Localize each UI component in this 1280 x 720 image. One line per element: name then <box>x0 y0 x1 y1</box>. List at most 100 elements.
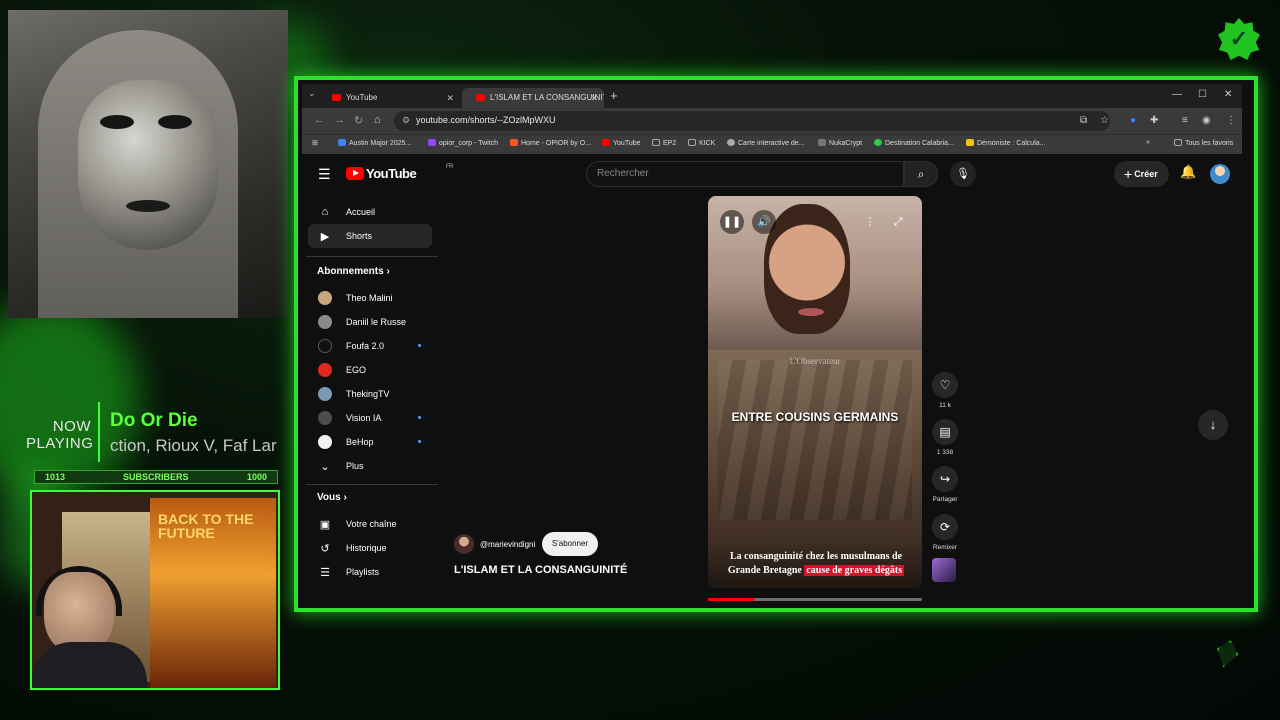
sidebar-item-subscription[interactable]: Vision IA <box>308 406 432 430</box>
subscribe-button[interactable]: S'abonner <box>542 532 598 556</box>
you-heading[interactable]: Vous › <box>317 492 347 503</box>
short-video-player[interactable]: L'Observateur ENTRE COUSINS GERMAINS La … <box>708 196 922 588</box>
address-bar[interactable]: ⚙ youtube.com/shorts/--ZOzlMpWXU <box>394 111 1110 131</box>
sidebar-item-more[interactable]: ⌄ Plus <box>308 454 432 478</box>
microphone-icon[interactable]: 🎙 <box>950 161 976 187</box>
bookmark-item[interactable]: Destination Calabria... <box>874 139 954 147</box>
volume-icon[interactable]: 🔊 <box>752 210 776 234</box>
comment-icon[interactable]: ▤ <box>932 419 958 445</box>
maximize-icon[interactable]: ☐ <box>1198 89 1207 100</box>
divider <box>306 484 438 485</box>
forward-icon[interactable]: → <box>334 114 345 126</box>
channel-avatar <box>318 387 332 401</box>
tab-active-short[interactable]: L'ISLAM ET LA CONSANGUINITÉ ✕ <box>462 88 604 108</box>
sidebar-item-subscription[interactable]: Daniil le Russe <box>308 310 432 334</box>
avatar[interactable] <box>1210 164 1230 184</box>
profile-icon[interactable]: ◉ <box>1202 115 1211 126</box>
sidebar-item-subscription[interactable]: BeHop <box>308 430 432 454</box>
back-icon[interactable]: ← <box>314 114 325 126</box>
youtube-page: ☰ YouTube FR Rechercher ⌕ 🎙 + Créer 🔔 ⌂ A… <box>302 154 1242 604</box>
like-action[interactable]: ♡ 11 k <box>930 372 960 409</box>
home-icon: ⌂ <box>321 206 329 218</box>
menu-icon[interactable]: ☰ <box>318 166 331 183</box>
notifications-bell-icon[interactable]: 🔔 <box>1180 164 1196 180</box>
apps-grid-icon[interactable]: ⊞ <box>312 139 318 147</box>
bookmark-folder[interactable]: KICK <box>688 139 715 147</box>
playlist-icon: ☰ <box>320 567 330 579</box>
cast-icon[interactable]: ⧉ <box>1080 115 1087 126</box>
close-tab-icon[interactable]: ✕ <box>590 88 598 108</box>
remix-icon[interactable]: ⟳ <box>932 514 958 540</box>
comment-action[interactable]: ▤ 1 338 <box>930 419 960 456</box>
bookmark-item[interactable]: NukaCrypt <box>818 139 862 147</box>
next-short-arrow-down-icon[interactable]: ↓ <box>1198 410 1228 440</box>
sidebar-item-accueil[interactable]: ⌂ Accueil <box>308 200 432 224</box>
fullscreen-icon[interactable]: ⤢ <box>886 210 910 234</box>
sidebar-item-playlists[interactable]: ☰ Playlists <box>308 560 432 584</box>
sound-thumbnail[interactable] <box>932 558 956 582</box>
bookmark-star-icon[interactable]: ☆ <box>1100 115 1109 126</box>
channel-icon: ▣ <box>319 519 331 531</box>
search-icon[interactable]: ⌕ <box>904 161 938 187</box>
sidebar-item-subscription[interactable]: Theo Malini <box>308 286 432 310</box>
extensions-puzzle-icon[interactable]: ✚ <box>1150 115 1158 126</box>
sidebar-item-subscription[interactable]: EGO <box>308 358 432 382</box>
bookmark-item[interactable]: Carte interactive de... <box>727 139 805 147</box>
subscriptions-heading[interactable]: Abonnements › <box>317 266 390 277</box>
sidebar-item-subscription[interactable]: Foufa 2.0 <box>308 334 432 358</box>
site-info-icon[interactable]: ⚙ <box>402 115 410 126</box>
sidebar: ⌂ Accueil ▶ Shorts Abonnements › Theo Ma… <box>306 196 442 604</box>
all-bookmarks-folder[interactable]: Tous les favoris <box>1174 139 1233 147</box>
search-placeholder: Rechercher <box>597 168 649 179</box>
channel-avatar[interactable] <box>454 534 474 554</box>
comment-count: 1 338 <box>936 449 954 456</box>
tab-list-icon[interactable]: ⌄ <box>308 88 316 99</box>
share-action[interactable]: ↪ Partager <box>930 466 960 503</box>
create-button[interactable]: + Créer <box>1114 161 1169 187</box>
sidebar-item-shorts[interactable]: ▶ Shorts <box>308 224 432 248</box>
channel-avatar <box>318 411 332 425</box>
divider <box>306 256 438 257</box>
share-icon[interactable]: ↪ <box>932 466 958 492</box>
bookmarks-bar: ⊞ Austin Major 2025... opior_corp - Twit… <box>302 134 1242 154</box>
bookmark-item[interactable]: opior_corp - Twitch <box>428 139 498 147</box>
search-input[interactable]: Rechercher <box>586 161 904 187</box>
bookmark-favicon-icon <box>966 139 974 146</box>
shorts-icon: ▶ <box>320 231 330 243</box>
new-content-dot <box>418 416 421 419</box>
reload-icon[interactable]: ↻ <box>354 114 363 127</box>
youtube-favicon-icon <box>332 94 341 101</box>
now-playing-widget: NOW PLAYING Do Or Die ction, Rioux V, Fa… <box>26 402 296 462</box>
pause-icon[interactable]: ❚❚ <box>720 210 744 234</box>
new-tab-icon[interactable]: + <box>610 88 618 104</box>
remix-action[interactable]: ⟳ Remixer <box>930 514 960 551</box>
extension-icon[interactable]: ● <box>1130 115 1136 126</box>
channel-avatar <box>318 435 332 449</box>
media-controls-icon[interactable]: ≡ <box>1182 115 1188 126</box>
sidebar-item-history[interactable]: ↺ Historique <box>308 536 432 560</box>
minimize-icon[interactable]: — <box>1172 89 1182 100</box>
browser-menu-icon[interactable]: ⋮ <box>1226 115 1236 126</box>
close-window-icon[interactable]: ✕ <box>1224 89 1232 100</box>
youtube-logo[interactable]: YouTube FR <box>346 164 454 182</box>
home-icon[interactable]: ⌂ <box>374 114 381 126</box>
remix-label: Remixer <box>932 544 958 551</box>
bookmark-item[interactable]: Austin Major 2025... <box>338 139 411 147</box>
video-caption: La consanguinité chez les musulmans de G… <box>727 551 905 576</box>
poster-title: BACK TO THE FUTURE <box>158 511 254 541</box>
channel-handle[interactable]: @marievindigni <box>480 540 535 549</box>
more-bookmarks-icon[interactable]: » <box>1146 139 1150 146</box>
browser-window: ⌄ YouTube ✕ L'ISLAM ET LA CONSANGUINITÉ … <box>302 84 1242 604</box>
bookmark-folder[interactable]: EP2 <box>652 139 676 147</box>
heart-icon[interactable]: ♡ <box>932 372 958 398</box>
now-playing-divider <box>98 402 100 462</box>
tab-youtube[interactable]: YouTube ✕ <box>318 88 460 108</box>
bookmark-item[interactable]: Démoniste : Calcula... <box>966 139 1045 147</box>
bookmark-item[interactable]: Home - OPIOR by O... <box>510 139 591 147</box>
sidebar-item-subscription[interactable]: ThekingTV <box>308 382 432 406</box>
video-progress-bar[interactable] <box>708 598 922 601</box>
sidebar-item-your-channel[interactable]: ▣ Votre chaîne <box>308 512 432 536</box>
bookmark-item[interactable]: YouTube <box>602 139 641 147</box>
more-options-icon[interactable]: ⋮ <box>858 210 882 234</box>
close-tab-icon[interactable]: ✕ <box>446 88 454 108</box>
